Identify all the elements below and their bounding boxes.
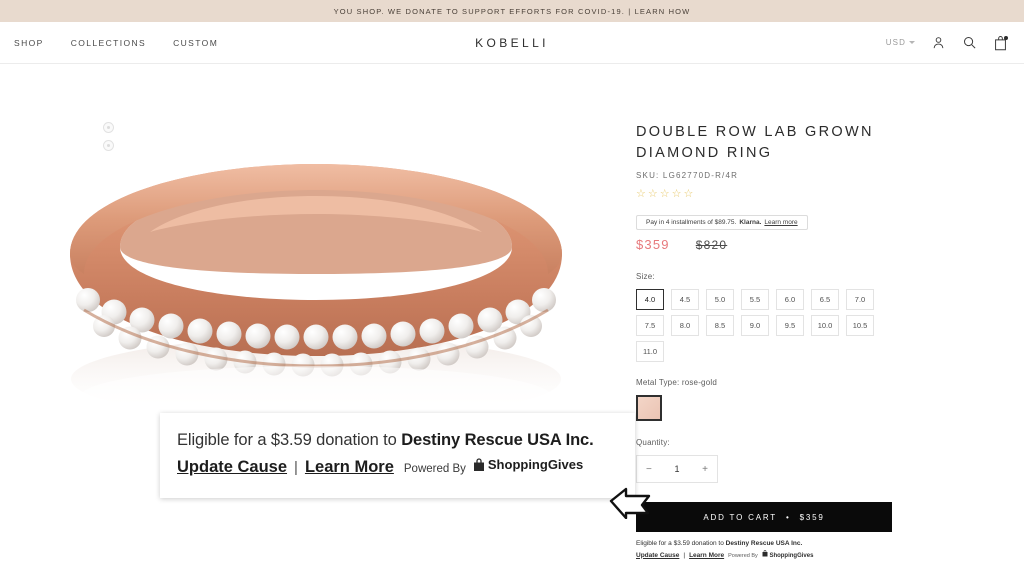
size-option-4-0[interactable]: 4.0 [636,289,664,310]
size-option-5-0[interactable]: 5.0 [706,289,734,310]
announcement-learn-how-link[interactable]: LEARN HOW [635,7,691,16]
size-selector: 4.0 4.5 5.0 5.5 6.0 6.5 7.0 7.5 8.0 8.5 … [636,289,891,362]
currency-selector[interactable]: USD [886,38,915,47]
callout-shoppinggives-bag-icon [473,457,484,471]
size-option-8-5[interactable]: 8.5 [706,315,734,336]
price-block: $359 $820 [636,237,1024,252]
header-utilities: USD [886,35,1024,51]
shoppinggives-logo: ShoppingGives [762,550,814,561]
account-icon [933,37,944,49]
quantity-stepper: − 1 + [636,455,718,483]
product-rating[interactable]: ☆ ☆ ☆ ☆ ☆ [636,189,1024,200]
rating-star: ☆ [671,188,682,200]
product-page-main: DOUBLE ROW LAB GROWN DIAMOND RING SKU: L… [0,64,1024,579]
donation-organization: Destiny Rescue USA Inc. [725,540,803,547]
callout-link-separator: | [294,458,298,476]
callout-learn-more-link[interactable]: Learn More [305,458,394,477]
chevron-down-icon [909,41,915,44]
shoppinggives-logo-text: ShoppingGives [769,553,814,559]
site-header: SHOP COLLECTIONS CUSTOM KOBELLI USD [0,22,1024,64]
cart-badge-dot [1004,35,1008,40]
account-button[interactable] [931,35,946,50]
donation-actions: Update Cause | Learn More Powered By Sho… [636,550,896,561]
size-option-9-5[interactable]: 9.5 [776,315,804,336]
size-option-9-0[interactable]: 9.0 [741,315,769,336]
donation-prefix: Eligible for a $3.59 donation to [636,540,726,547]
update-cause-link[interactable]: Update Cause [636,551,679,561]
add-to-cart-separator: • [785,512,791,522]
learn-more-link[interactable]: Learn More [689,551,724,561]
callout-update-cause-link[interactable]: Update Cause [177,458,287,477]
primary-navigation: SHOP COLLECTIONS CUSTOM [0,38,218,48]
announcement-bar: YOU SHOP. WE DONATE TO SUPPORT EFFORTS F… [0,0,1024,22]
nav-item-shop[interactable]: SHOP [14,38,44,48]
currency-value: USD [885,38,906,47]
callout-organization: Destiny Rescue USA Inc. [401,431,594,449]
announcement-separator: | [628,6,632,16]
annotation-arrow [609,487,653,524]
size-option-8-0[interactable]: 8.0 [671,315,699,336]
callout-actions: Update Cause | Learn More Powered By Sho… [177,457,635,477]
shoppinggives-widget: Eligible for a $3.59 donation to Destiny… [636,539,896,561]
size-option-7-5[interactable]: 7.5 [636,315,664,336]
size-option-10-5[interactable]: 10.5 [846,315,874,336]
product-title: DOUBLE ROW LAB GROWN DIAMOND RING [636,124,874,161]
klarna-badge[interactable]: Pay in 4 installments of $89.75. Klarna.… [636,215,808,230]
metal-type-label: Metal Type: rose-gold [636,378,717,387]
size-option-10-0[interactable]: 10.0 [811,315,839,336]
metal-swatch-rose-gold[interactable] [636,395,662,421]
product-sku: SKU: LG62770D-R/4R [636,171,1024,180]
sku-label: SKU: [636,171,660,180]
rating-star: ☆ [636,188,646,200]
price-current: $359 [636,237,670,252]
size-option-6-5[interactable]: 6.5 [811,289,839,310]
donation-eligibility-text: Eligible for a $3.59 donation to Destiny… [636,539,896,549]
callout-shoppinggives-logo-text: ShoppingGives [487,457,584,472]
sku-value: LG62770D-R/4R [662,171,739,180]
rating-star: ☆ [683,188,694,200]
klarna-brand: Klarna. [739,219,762,226]
shoppinggives-bag-icon [762,550,768,557]
add-to-cart-price: $359 [799,512,825,522]
cart-button[interactable] [993,35,1008,51]
add-to-cart-label: ADD TO CART [703,512,777,522]
donation-link-separator: | [683,551,686,559]
quantity-value[interactable]: 1 [674,464,679,474]
rating-star: ☆ [659,188,670,200]
callout-shoppinggives-logo: ShoppingGives [473,457,583,472]
nav-item-collections[interactable]: COLLECTIONS [71,38,146,48]
donation-callout-overlay: Eligible for a $3.59 donation to Destiny… [160,413,635,498]
callout-powered-by-label: Powered By [403,462,466,475]
search-icon [964,37,976,49]
callout-eligibility-text: Eligible for a $3.59 donation to Destiny… [177,431,635,450]
product-info-panel: DOUBLE ROW LAB GROWN DIAMOND RING SKU: L… [632,64,1024,579]
product-gallery [0,64,632,579]
nav-item-custom[interactable]: CUSTOM [173,38,218,48]
quantity-decrease-button[interactable]: − [646,464,652,475]
size-label: Size: [636,272,655,281]
size-option-11-0[interactable]: 11.0 [636,341,664,362]
quantity-label: Quantity: [636,438,670,447]
quantity-increase-button[interactable]: + [702,464,708,475]
size-option-4-5[interactable]: 4.5 [671,289,699,310]
size-option-7-0[interactable]: 7.0 [846,289,874,310]
size-option-5-5[interactable]: 5.5 [741,289,769,310]
rating-star: ☆ [647,188,658,200]
price-original: $820 [695,238,728,252]
add-to-cart-button[interactable]: ADD TO CART • $359 [636,502,892,532]
klarna-text: Pay in 4 installments of $89.75. [646,219,737,226]
announcement-message: YOU SHOP. WE DONATE TO SUPPORT EFFORTS F… [333,6,625,16]
klarna-learn-more-link[interactable]: Learn more [764,219,797,226]
callout-prefix: Eligible for a $3.59 donation to [177,431,402,449]
search-button[interactable] [962,35,977,50]
powered-by-label: Powered By [728,552,758,559]
announcement-text: YOU SHOP. WE DONATE TO SUPPORT EFFORTS F… [334,7,691,16]
size-option-6-0[interactable]: 6.0 [776,289,804,310]
arrow-icon [609,487,651,520]
